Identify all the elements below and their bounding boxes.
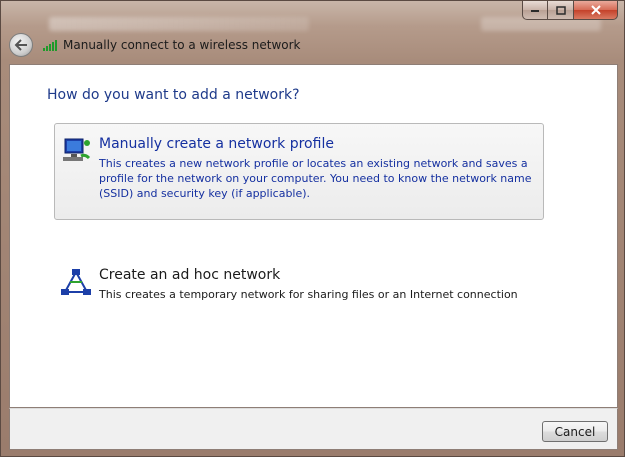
footer-bar: Cancel [9, 408, 618, 450]
cancel-button[interactable]: Cancel [542, 421, 608, 442]
ad-hoc-network-icon [61, 269, 91, 295]
page-heading: How do you want to add a network? [47, 87, 300, 103]
close-button[interactable] [574, 1, 618, 20]
caption-buttons [522, 1, 618, 20]
window-title: Manually connect to a wireless network [63, 38, 301, 52]
content-panel: How do you want to add a network? Manual… [9, 64, 618, 408]
back-button[interactable] [9, 33, 33, 57]
address-bar-blur [49, 17, 309, 31]
maximize-icon [555, 5, 566, 15]
minimize-icon [531, 10, 539, 12]
network-profile-icon [63, 138, 91, 161]
manual-profile-title: Manually create a network profile [99, 136, 334, 152]
manual-profile-description: This creates a new network profile or lo… [99, 157, 532, 200]
minimize-button[interactable] [522, 1, 548, 20]
manual-profile-option[interactable]: Manually create a network profile This c… [54, 123, 544, 220]
ad-hoc-description: This creates a temporary network for sha… [99, 288, 518, 301]
ad-hoc-title: Create an ad hoc network [99, 267, 281, 283]
maximize-button[interactable] [548, 1, 574, 20]
close-icon [590, 5, 601, 15]
ad-hoc-option[interactable]: Create an ad hoc network This creates a … [54, 255, 544, 315]
dialog-window: Manually connect to a wireless network H… [0, 0, 625, 457]
navigation-bar: Manually connect to a wireless network [9, 30, 618, 60]
back-arrow-icon [14, 39, 27, 51]
wifi-signal-icon [43, 39, 57, 51]
